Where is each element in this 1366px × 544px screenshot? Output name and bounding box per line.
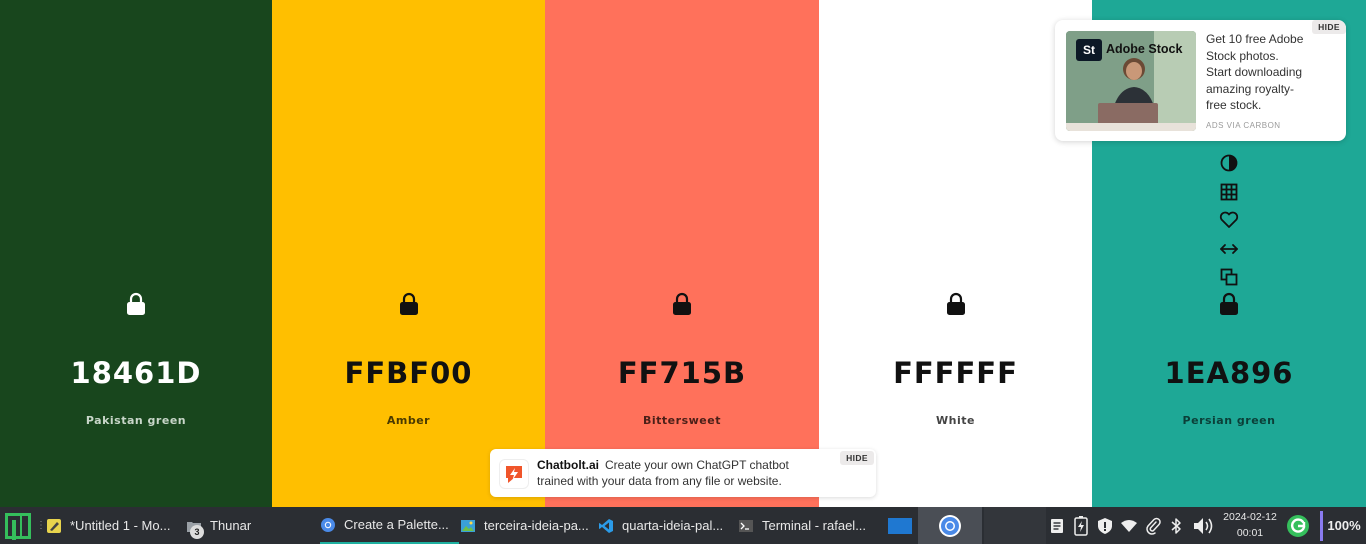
color-name: Bittersweet	[643, 414, 721, 427]
heart-icon[interactable]	[1218, 209, 1240, 231]
chatbolt-ad-text[interactable]: Chatbolt.ai Create your own ChatGPT chatb…	[537, 457, 827, 489]
screen: 18461D Pakistan green FFBF00 Amber FF715…	[0, 0, 1366, 544]
start-menu-button[interactable]	[4, 507, 32, 544]
workspace-window-icon	[888, 517, 912, 534]
lock-icon[interactable]	[946, 292, 966, 316]
taskbar-item-label: Thunar	[210, 518, 252, 533]
color-name: White	[936, 414, 975, 427]
workspace-2[interactable]	[918, 507, 982, 544]
hide-chatbolt-button[interactable]: HIDE	[840, 451, 874, 465]
taskbar-item-label: *Untitled 1 - Mo...	[70, 518, 171, 533]
lock-icon[interactable]	[1219, 292, 1239, 316]
ad-text[interactable]: Get 10 free Adobe Stock photos. Start do…	[1206, 31, 1306, 111]
color-name: Pakistan green	[85, 414, 187, 427]
security-shield-icon[interactable]	[1094, 507, 1116, 544]
clock[interactable]: 2024-02-12 00:01	[1218, 509, 1282, 541]
text-editor-icon	[47, 518, 61, 533]
palette-column-3[interactable]: FF715B Bittersweet	[545, 0, 819, 507]
paperclip-icon[interactable]	[1142, 507, 1164, 544]
adobe-stock-ad[interactable]: St Adobe Stock Get 10 free Adobe Stock p…	[1055, 20, 1346, 141]
battery-charging-icon[interactable]	[1070, 507, 1092, 544]
contrast-icon[interactable]	[1218, 152, 1240, 174]
workspace-1[interactable]	[886, 507, 914, 544]
taskbar-item-label: Terminal - rafael...	[762, 518, 867, 533]
taskbar-item-text-editor[interactable]: *Untitled 1 - Mo...	[46, 507, 170, 544]
taskbar: ⋮ *Untitled 1 - Mo... 3 Thunar Create a …	[0, 507, 1366, 544]
volume-icon[interactable]	[1190, 507, 1218, 544]
ad-brand: Adobe Stock	[1106, 42, 1183, 56]
drag-arrows-icon[interactable]	[1218, 238, 1240, 260]
chromium-icon	[321, 517, 335, 532]
taskbar-item-vscode[interactable]: quarta-ideia-pal...	[598, 507, 723, 544]
wifi-icon[interactable]	[1118, 507, 1140, 544]
color-hex[interactable]: FF715B	[545, 356, 819, 390]
battery-level-bar	[1319, 507, 1323, 544]
window-count-badge: 3	[190, 524, 204, 539]
taskbar-item-label: terceira-ideia-pa...	[484, 518, 589, 533]
clock-date: 2024-02-12	[1223, 511, 1277, 523]
color-hex[interactable]: 1EA896	[1092, 356, 1366, 390]
ads-via-carbon-link[interactable]: ADS VIA CARBON	[1206, 121, 1281, 130]
vscode-icon	[599, 518, 613, 533]
color-hex[interactable]: FFBF00	[272, 356, 545, 390]
chatbolt-logo-icon	[499, 459, 529, 489]
terminal-icon	[739, 519, 753, 532]
chatbolt-brand: Chatbolt.ai	[537, 458, 599, 472]
workspace-3[interactable]	[984, 507, 1046, 544]
chromium-workspace-icon	[939, 514, 961, 537]
color-name: Amber	[386, 414, 431, 427]
lock-icon[interactable]	[126, 292, 146, 316]
color-hex[interactable]: FFFFFF	[819, 356, 1092, 390]
taskbar-item-label: quarta-ideia-pal...	[622, 518, 724, 533]
bluetooth-icon[interactable]	[1166, 507, 1186, 544]
notes-icon[interactable]	[1046, 507, 1068, 544]
palette-column-2[interactable]: FFBF00 Amber	[272, 0, 545, 507]
image-viewer-icon	[461, 519, 475, 532]
palette-column-1[interactable]: 18461D Pakistan green	[0, 0, 272, 507]
adobe-stock-logo: St	[1083, 43, 1095, 57]
palette-column-4[interactable]: FFFFFF White	[819, 0, 1092, 507]
color-hex[interactable]: 18461D	[0, 356, 272, 390]
folder-icon: 3	[186, 518, 204, 539]
chatbolt-ad[interactable]: Chatbolt.ai Create your own ChatGPT chatb…	[490, 449, 876, 497]
battery-percent[interactable]: 100%	[1324, 507, 1364, 544]
color-tools	[1218, 152, 1240, 295]
shades-grid-icon[interactable]	[1218, 181, 1240, 203]
taskbar-item-thunar[interactable]: 3 Thunar	[186, 507, 251, 544]
taskbar-item-label: Create a Palette...	[344, 517, 449, 532]
color-name: Persian green	[1182, 414, 1276, 427]
lock-icon[interactable]	[399, 292, 419, 316]
taskbar-item-terminal[interactable]: Terminal - rafael...	[738, 507, 866, 544]
ad-photo[interactable]: St Adobe Stock	[1066, 31, 1196, 131]
clock-time: 00:01	[1236, 527, 1264, 539]
taskbar-item-image-viewer[interactable]: terceira-ideia-pa...	[460, 507, 589, 544]
hide-ad-button[interactable]: HIDE	[1312, 20, 1346, 34]
update-icon[interactable]	[1284, 507, 1312, 544]
copy-icon[interactable]	[1218, 266, 1240, 288]
lock-icon[interactable]	[672, 292, 692, 316]
taskbar-item-browser-active[interactable]: Create a Palette...	[320, 507, 459, 544]
taskbar-separator-handle[interactable]: ⋮	[36, 507, 46, 544]
